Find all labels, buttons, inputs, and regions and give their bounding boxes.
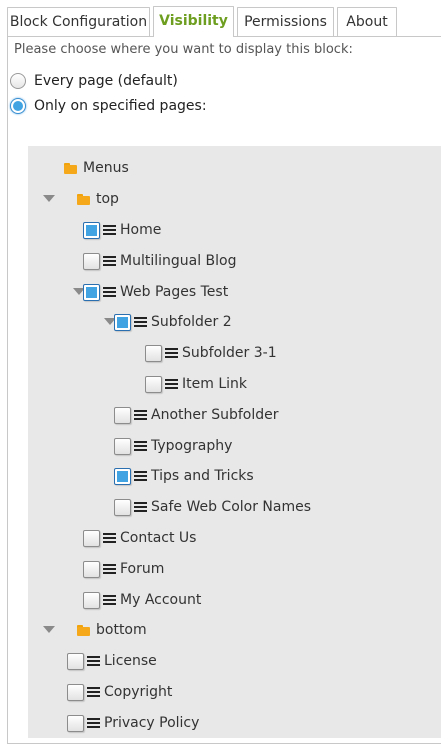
menu-item-icon [87,656,100,666]
tree-item-my-account: My Account [83,589,201,611]
tree-item-multilingual-blog: Multilingual Blog [83,250,237,272]
tree-item-subfolder-2: Subfolder 2 [114,311,232,333]
specified-pages-label: Only on specified pages: [34,98,207,114]
specified-pages-option[interactable]: Only on specified pages: [10,95,207,117]
tree-item-home: Home [83,219,161,241]
tree-item-label: My Account [120,592,202,608]
web-pages-test-checkbox[interactable] [83,283,100,301]
menu-item-icon [103,287,116,297]
tree-item-contact-us: Contact Us [83,527,196,549]
subfolder-3-1-checkbox[interactable] [145,344,162,362]
tree-item-label: Subfolder 3-1 [182,345,277,361]
tree-item-label: Web Pages Test [120,284,229,300]
every-page-label: Every page (default) [34,73,178,89]
tab-block-configuration[interactable]: Block Configuration [7,7,150,36]
folder-icon [77,193,91,205]
tips-and-tricks-checkbox[interactable] [114,467,131,485]
tree-item-label: Safe Web Color Names [151,499,312,515]
menu-item-icon [134,317,147,327]
copyright-checkbox[interactable] [67,683,84,701]
tree-item-label: Contact Us [120,530,197,546]
tree-root-label: Menus [83,160,129,176]
tree-item-label: Privacy Policy [104,715,200,731]
tab-permissions[interactable]: Permissions [237,7,334,36]
menu-item-icon [103,256,116,266]
home-checkbox[interactable] [83,221,100,239]
tree-item-label: Multilingual Blog [120,253,237,269]
tab-visibility[interactable]: Visibility [153,6,234,37]
specified-pages-radio[interactable] [10,98,26,114]
tree-item-label: Typography [151,438,233,454]
menu-item-icon [134,502,147,512]
tree-item-typography: Typography [114,435,232,457]
privacy-policy-checkbox[interactable] [67,714,84,732]
collapse-caret-icon[interactable] [43,626,55,633]
menu-item-icon [103,225,116,235]
tree-item-license: License [67,650,157,672]
tree-item-label: Home [120,222,162,238]
menu-item-icon [165,379,178,389]
collapse-caret-icon[interactable] [43,195,55,202]
tree-item-another-subfolder: Another Subfolder [114,404,278,426]
visibility-prompt: Please choose where you want to display … [14,42,353,57]
another-subfolder-checkbox[interactable] [114,406,131,424]
tree-item-item-link: Item Link [145,373,247,395]
tree-item-privacy-policy: Privacy Policy [67,712,199,734]
menu-item-icon [103,595,116,605]
tree-item-tips-and-tricks: Tips and Tricks [114,465,254,487]
tree-root-menus: Menus [64,157,129,179]
every-page-option[interactable]: Every page (default) [10,70,178,92]
tree-item-label: License [104,653,157,669]
folder-icon [64,162,78,174]
menu-item-icon [134,441,147,451]
item-link-checkbox[interactable] [145,375,162,393]
menu-item-icon [87,687,100,697]
menu-item-icon [103,533,116,543]
tree-item-label: Item Link [182,376,247,392]
my-account-checkbox[interactable] [83,591,100,609]
menu-item-icon [87,718,100,728]
menu-item-icon [165,348,178,358]
tree-item-label: Subfolder 2 [151,314,232,330]
tree-folder-label: bottom [96,622,147,638]
menu-item-icon [134,471,147,481]
tree-folder-label: top [96,191,119,207]
tree-item-label: Forum [120,561,165,577]
tree-item-forum: Forum [83,558,164,580]
multilingual-blog-checkbox[interactable] [83,252,100,270]
folder-icon [77,624,91,636]
menu-item-icon [134,410,147,420]
tree-folder-top[interactable]: top [77,188,119,210]
subfolder-2-checkbox[interactable] [114,313,131,331]
tree-item-web-pages-test: Web Pages Test [83,281,228,303]
every-page-radio[interactable] [10,73,26,89]
tree-item-label: Copyright [104,684,173,700]
license-checkbox[interactable] [67,652,84,670]
tree-item-label: Another Subfolder [151,407,279,423]
forum-checkbox[interactable] [83,560,100,578]
tree-item-safe-web-color-names: Safe Web Color Names [114,496,311,518]
typography-checkbox[interactable] [114,437,131,455]
tree-item-subfolder-3-1: Subfolder 3-1 [145,342,277,364]
tab-about[interactable]: About [337,7,397,36]
menu-item-icon [103,564,116,574]
contact-us-checkbox[interactable] [83,529,100,547]
tree-item-copyright: Copyright [67,681,172,703]
tree-item-label: Tips and Tricks [151,468,254,484]
safe-web-color-names-checkbox[interactable] [114,498,131,516]
tree-folder-bottom[interactable]: bottom [77,619,147,641]
